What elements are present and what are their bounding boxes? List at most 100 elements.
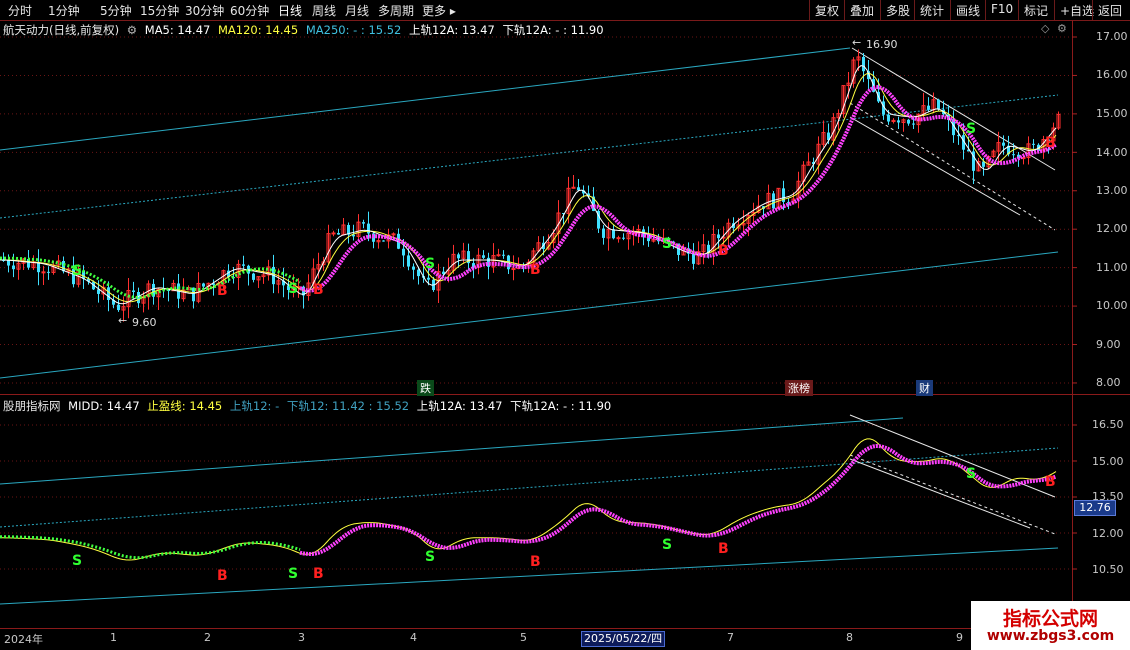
sell-signal: S (425, 256, 435, 272)
note-die[interactable]: 跌 (417, 380, 434, 396)
watermark-title: 指标公式网 (1002, 608, 1098, 630)
candle-body (252, 273, 255, 280)
buy-signal: B (313, 282, 324, 298)
candle-body (337, 232, 340, 235)
axis-label: 14.00 (1096, 146, 1128, 159)
candle-body (912, 123, 915, 125)
sell-signal: S (72, 263, 82, 279)
sub-trend-line-dash (849, 454, 1056, 535)
x-label: 2024年 (4, 633, 43, 646)
high-annotation: 16.90 (866, 38, 898, 51)
x-label: 3 (298, 631, 305, 644)
sell-signal: S (72, 553, 82, 569)
x-label: 5 (520, 631, 527, 644)
x-label: 4 (410, 631, 417, 644)
candle-body (417, 269, 420, 277)
x-label: 2 (204, 631, 211, 644)
candle-body (427, 277, 430, 280)
candle-body (457, 254, 460, 259)
sell-signal: S (425, 549, 435, 565)
candle-body (622, 237, 625, 239)
x-label: 7 (727, 631, 734, 644)
candle-body (602, 228, 605, 238)
sell-signal: S (966, 121, 976, 137)
sub-channel-upper (0, 417, 904, 485)
candle-body (47, 271, 50, 273)
candle-body (612, 229, 615, 239)
candle-body (862, 56, 865, 72)
candle-body (362, 222, 365, 224)
candle-body (927, 105, 930, 110)
kline-chart[interactable]: SB S BS BS BSBSB S BS BS BS B (0, 0, 1130, 650)
candle-body (511, 268, 516, 271)
buy-signal: B (217, 568, 228, 584)
axis-label: 9.00 (1096, 338, 1121, 351)
sell-signal: S (288, 566, 298, 582)
axis-label: 8.00 (1096, 376, 1121, 389)
watermark-url: www.zbgs3.com (986, 628, 1115, 644)
axis-label: 16.00 (1096, 68, 1128, 81)
sub-trend-line-2 (849, 458, 1031, 529)
axis-label: 15.00 (1092, 455, 1124, 468)
sub-trend-line (849, 414, 1056, 498)
sell-signal: S (966, 466, 976, 482)
candle-body (107, 287, 110, 301)
buy-signal: B (530, 262, 541, 278)
sub-channel-lower (0, 547, 1059, 605)
candle-body (331, 232, 336, 235)
axis-label: 16.50 (1092, 418, 1124, 431)
buy-signal: B (718, 541, 729, 557)
x-label: 9 (956, 631, 963, 644)
x-label: 8 (846, 631, 853, 644)
current-price-box: 12.76 (1074, 500, 1116, 516)
candle-body (937, 99, 940, 110)
low-annotation: 9.60 (132, 316, 157, 329)
candle-body (616, 237, 621, 240)
note-cai[interactable]: 财 (916, 380, 933, 396)
sub-magenta-band (299, 443, 1057, 556)
candle-body (482, 255, 485, 258)
candle-body (692, 253, 695, 264)
candle-body (367, 223, 370, 234)
candle-body (7, 260, 10, 266)
candle-body (502, 254, 505, 256)
sell-signal: S (662, 236, 672, 252)
candle-body (412, 266, 415, 270)
candle-body (1032, 143, 1035, 145)
channel-upper (0, 47, 851, 151)
x-label: 1 (110, 631, 117, 644)
sell-signal: S (288, 281, 298, 297)
buy-signal: B (530, 554, 541, 570)
candle-body (887, 114, 890, 122)
buy-signal: B (1045, 474, 1056, 490)
candle-body (402, 248, 405, 256)
candle-body (407, 255, 410, 267)
candle-body (202, 283, 205, 287)
candle-body (717, 234, 720, 239)
trend-line-2 (849, 116, 1021, 216)
candle-body (242, 264, 245, 266)
high-arrow: ← (852, 36, 862, 49)
axis-label: 13.00 (1096, 184, 1128, 197)
candle-body (12, 265, 15, 270)
axis-label: 17.00 (1096, 30, 1128, 43)
sell-signal: S (662, 537, 672, 553)
low-arrow: ← (118, 314, 128, 327)
candle-body (41, 271, 46, 274)
candle-body (1012, 154, 1015, 156)
candle-body (117, 304, 120, 311)
candle-body (907, 119, 910, 124)
note-zhangbang[interactable]: 涨榜 (785, 380, 813, 396)
axis-label: 12.00 (1096, 222, 1128, 235)
axis-label: 12.00 (1092, 527, 1124, 540)
axis-label: 10.00 (1096, 299, 1128, 312)
candle-body (382, 240, 385, 242)
buy-signal: B (217, 283, 228, 299)
candle-body (897, 120, 900, 123)
candle-body (1002, 142, 1005, 146)
buy-signal: B (718, 243, 729, 259)
buy-signal: B (1045, 135, 1056, 151)
axis-label: 11.00 (1096, 261, 1128, 274)
watermark-logo: 指标公式网 www.zbgs3.com (971, 601, 1130, 650)
buy-signal: B (313, 566, 324, 582)
